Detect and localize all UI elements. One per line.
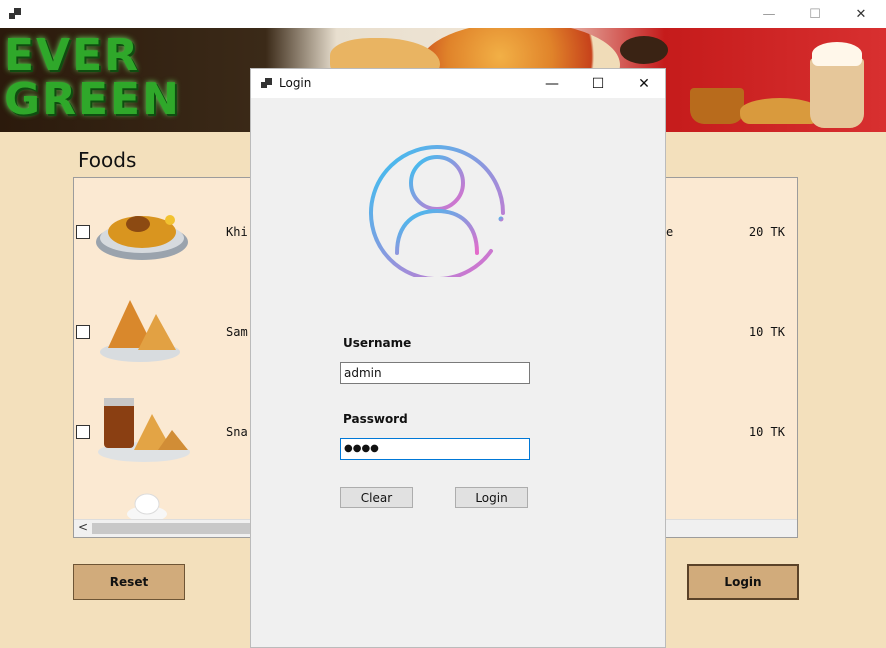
tea-glass-image <box>690 88 744 124</box>
food-price: 10 TK <box>748 425 785 439</box>
food-checkbox[interactable] <box>76 325 90 339</box>
minimize-button[interactable]: — <box>746 0 792 28</box>
food-price: 10 TK <box>748 325 785 339</box>
login-title: Login <box>279 76 312 90</box>
main-login-button[interactable]: Login <box>687 564 799 600</box>
dessert-image <box>127 493 167 520</box>
store-logo: EVER GREEN <box>4 30 181 125</box>
password-label: Password <box>343 412 408 426</box>
milkshake-image <box>810 58 864 128</box>
login-minimize-button[interactable]: — <box>529 69 575 98</box>
login-close-button[interactable]: ✕ <box>621 69 667 98</box>
main-title-bar: — ☐ ✕ <box>0 0 886 28</box>
login-title-bar: Login — ☐ ✕ <box>251 69 665 98</box>
login-submit-button[interactable]: Login <box>455 487 528 508</box>
app-icon <box>9 8 21 20</box>
maximize-button[interactable]: ☐ <box>792 0 838 28</box>
username-label: Username <box>343 336 412 350</box>
snacks-image <box>98 398 190 462</box>
close-button[interactable]: ✕ <box>838 0 884 28</box>
food-name: Khi <box>226 225 248 239</box>
scrollbar-thumb[interactable] <box>92 523 252 534</box>
food-column-fragment: e <box>666 225 674 239</box>
scroll-left-button[interactable]: < <box>78 520 88 534</box>
username-field[interactable]: admin <box>340 362 530 384</box>
login-window-icon <box>261 78 272 89</box>
login-dialog: Login — ☐ ✕ Username admin Password ●●●●… <box>250 68 666 648</box>
samosa-image <box>740 98 820 124</box>
food-checkbox[interactable] <box>76 225 90 239</box>
coffee-cup-image <box>620 36 668 64</box>
user-avatar-icon <box>369 145 505 277</box>
reset-button[interactable]: Reset <box>73 564 185 600</box>
samosa-image <box>100 300 180 362</box>
password-field[interactable]: ●●●● <box>340 438 530 460</box>
login-maximize-button[interactable]: ☐ <box>575 69 621 98</box>
food-name: Sam <box>226 325 248 339</box>
foods-heading: Foods <box>78 148 137 172</box>
food-price: 20 TK <box>748 225 785 239</box>
food-checkbox[interactable] <box>76 425 90 439</box>
whipped-cream-image <box>812 42 862 66</box>
biryani-image <box>96 215 188 260</box>
clear-button[interactable]: Clear <box>340 487 413 508</box>
food-name: Sna <box>226 425 248 439</box>
